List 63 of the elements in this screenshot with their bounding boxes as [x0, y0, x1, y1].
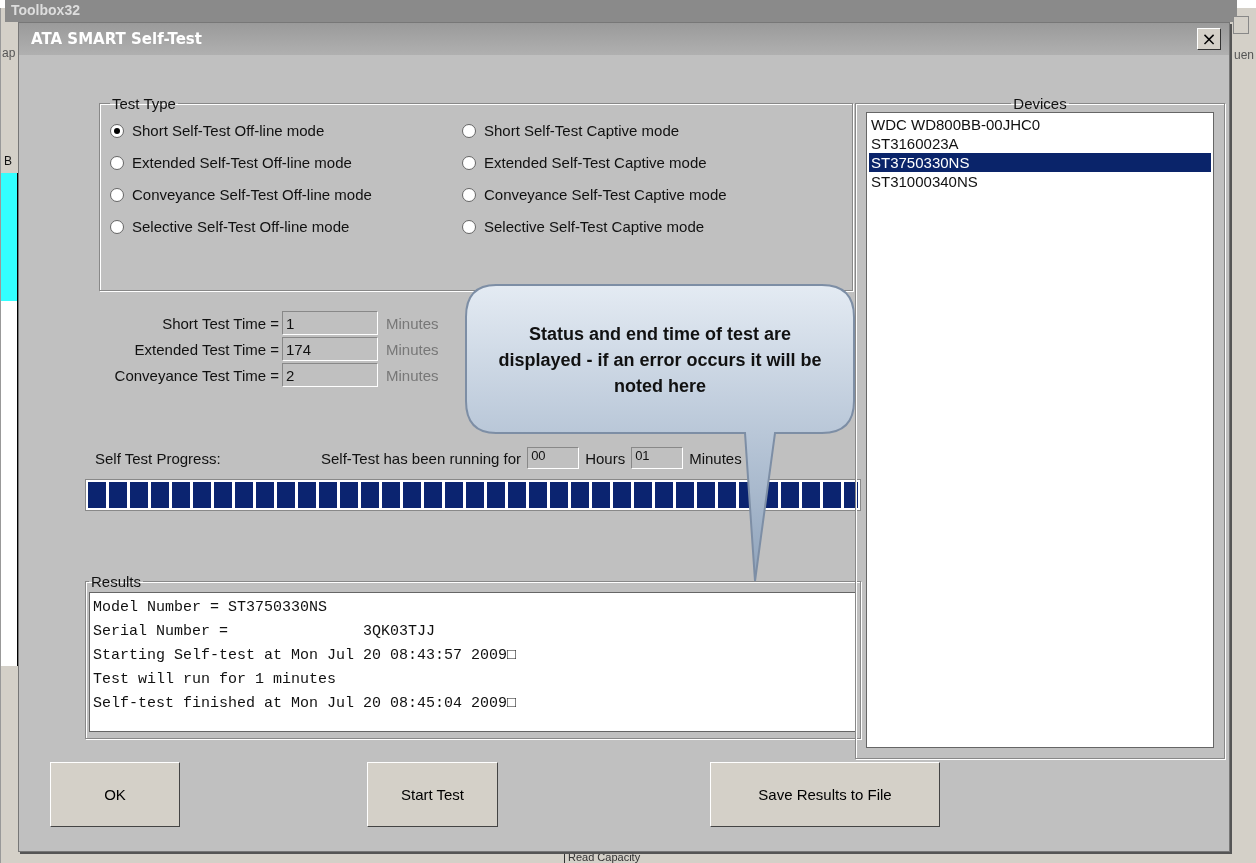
option-label: Extended Self-Test Off-line mode	[132, 154, 352, 171]
hours-label: Hours	[585, 449, 626, 467]
result-line: Self-test finished at Mon Jul 20 08:45:04 2009□	[93, 694, 518, 714]
radio-icon[interactable]	[110, 155, 124, 170]
radio-option[interactable]: Conveyance Self-Test Captive mode	[462, 186, 842, 203]
option-label: Short Self-Test Off-line mode	[132, 122, 325, 139]
dialog-button[interactable]: Save Results to File	[710, 761, 940, 827]
minutes-field[interactable]: 01	[631, 447, 684, 469]
unit-label: Minutes	[386, 314, 439, 332]
group-label: Test Type	[111, 95, 177, 112]
option-label: Selective Self-Test Off-line mode	[132, 218, 350, 235]
label-fragment: uen	[1234, 48, 1255, 62]
radio-icon[interactable]	[110, 123, 124, 138]
device-item[interactable]: WDC WD800BB-00JHC0	[869, 115, 1211, 134]
option-label: Extended Self-Test Captive mode	[484, 154, 707, 171]
radio-icon[interactable]	[462, 187, 476, 202]
result-line: Serial Number = 3QK03TJJ	[93, 622, 437, 642]
close-button[interactable]: ×	[1197, 28, 1221, 50]
result-line: Model Number = ST3750330NS	[93, 598, 329, 618]
radio-icon[interactable]	[110, 187, 124, 202]
radio-icon[interactable]	[462, 155, 476, 170]
hours-field[interactable]: 00	[527, 447, 580, 469]
input-field[interactable]: 1	[282, 311, 378, 335]
dialog-button[interactable]: Start Test	[367, 761, 498, 827]
radio-option[interactable]: Extended Self-Test Off-line mode	[110, 154, 462, 171]
radio-option[interactable]: Selective Self-Test Captive mode	[462, 218, 842, 235]
radio-option[interactable]: Conveyance Self-Test Off-line mode	[110, 186, 462, 203]
option-label: Selective Self-Test Captive mode	[484, 218, 705, 235]
group-label: Results	[90, 573, 143, 590]
device-list[interactable]: WDC WD800BB-00JHC0 ST3160023A ST3750330NS ST31000340NS	[866, 112, 1214, 748]
result-line: Starting Self-test at Mon Jul 20 08:43:57 2009□	[93, 646, 518, 666]
radio-icon[interactable]	[462, 123, 476, 138]
unit-label: Minutes	[386, 340, 439, 358]
option-label: Conveyance Self-Test Captive mode	[484, 186, 727, 203]
field-label: Extended Test Time =	[133, 340, 280, 358]
running-label: Self-Test has been running for	[321, 449, 522, 467]
radio-option[interactable]: Extended Self-Test Captive mode	[462, 154, 842, 171]
window-title: ATA SMART Self-Test	[31, 30, 202, 48]
radio-option[interactable]: Short Self-Test Captive mode	[462, 122, 842, 139]
progress-label: Self Test Progress:	[95, 449, 222, 467]
label-fragment: ap	[2, 46, 16, 60]
tab[interactable]: B	[4, 154, 12, 168]
device-item[interactable]: ST31000340NS	[869, 172, 1211, 191]
field-label: Short Test Time =	[161, 314, 280, 332]
option-label: Conveyance Self-Test Off-line mode	[132, 186, 372, 203]
option-label: Short Self-Test Captive mode	[484, 122, 680, 139]
window-title: Toolbox32	[5, 0, 1237, 22]
dialog-button[interactable]: OK	[50, 761, 180, 827]
input-field[interactable]: 174	[282, 337, 378, 361]
radio-icon[interactable]	[110, 219, 124, 234]
minutes-label: Minutes	[689, 449, 742, 467]
device-item[interactable]: ST3750330NS	[869, 153, 1211, 172]
results-text-area[interactable]: Model Number = ST3750330NS Serial Number = 3QK03TJJ Starting Self-test at Mon Jul 20 08:43:57 2009□ Test will run for 1 minutes Self-test finished at Mon Jul 20 08:45:04 2009□	[89, 592, 857, 732]
radio-option[interactable]: Short Self-Test Off-line mode	[110, 122, 462, 139]
device-item[interactable]: ST3160023A	[869, 134, 1211, 153]
field-label: Conveyance Test Time =	[113, 366, 280, 384]
group-label: Devices	[1012, 95, 1068, 112]
callout-text: Status and end time of test are displayed - if an error occurs it will be noted here	[497, 323, 823, 398]
input-field[interactable]: 2	[282, 363, 378, 387]
result-line: Test will run for 1 minutes	[93, 670, 338, 690]
radio-icon[interactable]	[462, 219, 476, 234]
unit-label: Minutes	[386, 366, 439, 384]
radio-option[interactable]: Selective Self-Test Off-line mode	[110, 218, 462, 235]
